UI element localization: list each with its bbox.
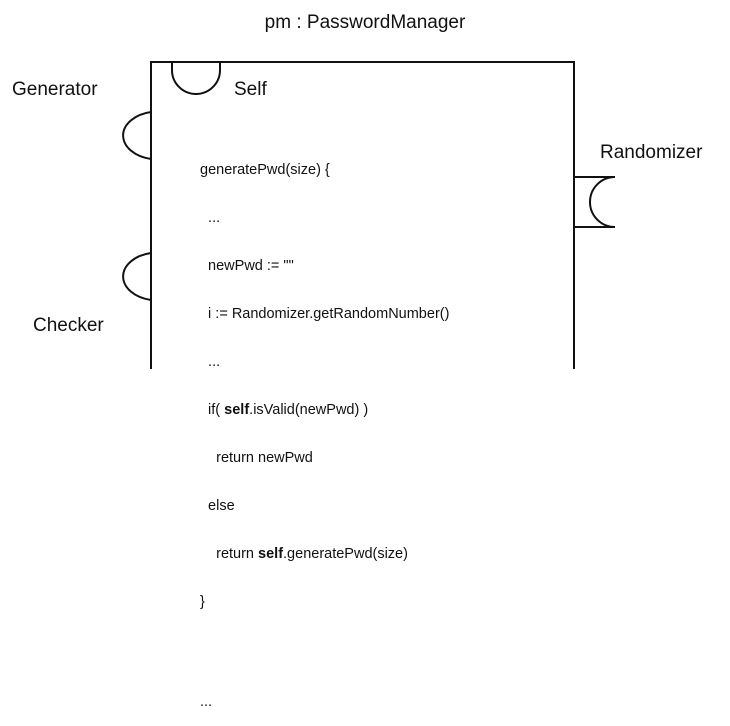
self-port-label: Self [234, 79, 267, 100]
code-text: .isValid(newPwd) ) [249, 402, 369, 418]
randomizer-port-socket [574, 176, 616, 228]
code-line: generatePwd(size) { [200, 162, 330, 178]
self-port-socket [171, 62, 221, 95]
code-keyword: self [258, 546, 284, 562]
randomizer-port-label: Randomizer [600, 142, 703, 163]
code-line: newPwd := "" [200, 258, 294, 274]
code-line: else [200, 498, 235, 514]
code-line: } [200, 594, 205, 610]
code-text: .generatePwd(size) [283, 546, 408, 562]
code-line: ... [200, 354, 221, 370]
generator-port-socket [122, 111, 152, 160]
code-keyword: self [224, 402, 250, 418]
generator-port-label: Generator [12, 79, 98, 100]
code-line: return self.generatePwd(size) [200, 546, 449, 562]
code-line: ... [200, 694, 213, 710]
code-text: if( [200, 402, 225, 418]
checker-port-socket [122, 252, 152, 301]
code-line: i := Randomizer.getRandomNumber() [200, 306, 450, 322]
method-code-block: generatePwd(size) { ... newPwd := "" i :… [200, 130, 449, 726]
code-line: return newPwd [200, 450, 313, 466]
checker-port-label: Checker [33, 315, 104, 336]
code-line: ... [200, 210, 221, 226]
code-line: if( self.isValid(newPwd) ) [200, 402, 449, 418]
code-text: return [200, 546, 259, 562]
